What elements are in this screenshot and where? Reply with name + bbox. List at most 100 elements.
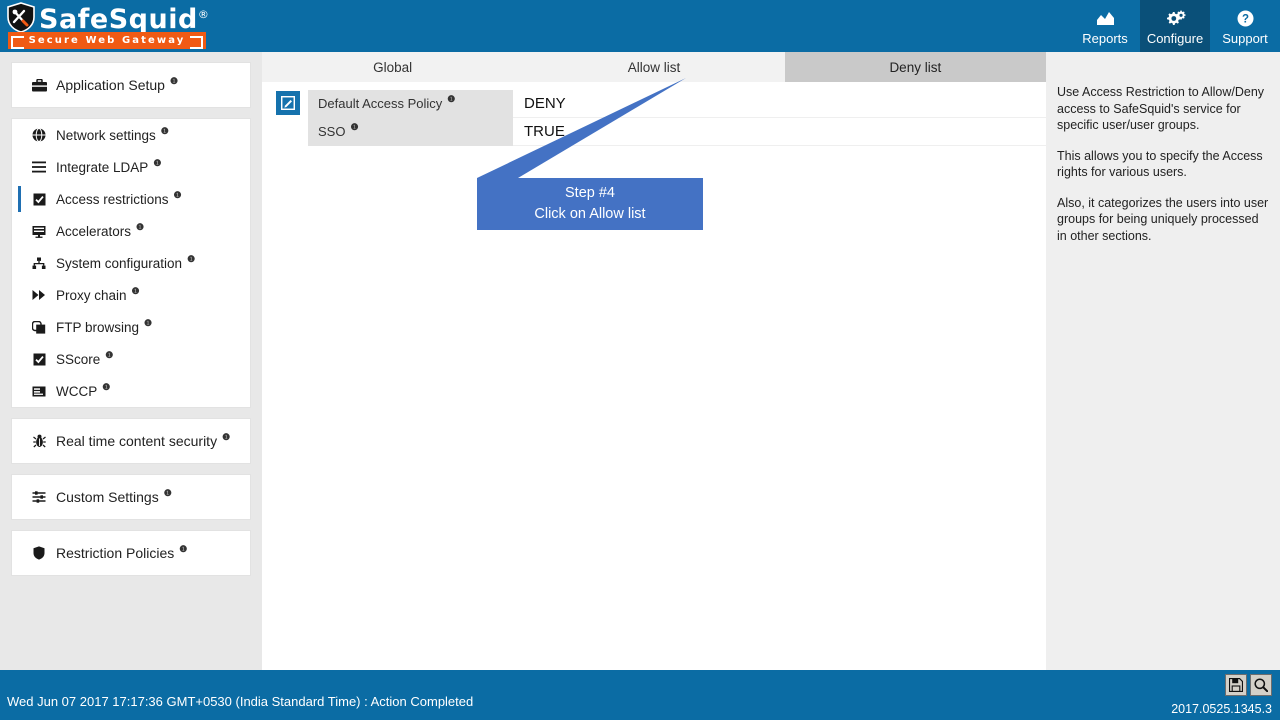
help-panel: Use Access Restriction to Allow/Deny acc… xyxy=(1046,52,1280,670)
brand-tagline-banner: Secure Web Gateway xyxy=(8,32,206,49)
sidebar-item-network-settings[interactable]: Network settings ❶ xyxy=(12,119,250,151)
info-icon[interactable]: ❶ xyxy=(170,76,178,87)
brand-tagline-text: Secure Web Gateway xyxy=(29,35,186,46)
bug-icon xyxy=(30,434,48,448)
status-bar: Wed Jun 07 2017 17:17:36 GMT+0530 (India… xyxy=(0,670,1280,720)
chart-area-icon xyxy=(1096,9,1115,29)
info-icon[interactable]: ❶ xyxy=(132,286,140,297)
sidebar-main-group: Network settings ❶ Integrate LDAP ❶ Acce… xyxy=(11,118,251,408)
sidebar-item-integrate-ldap[interactable]: Integrate LDAP ❶ xyxy=(12,151,250,183)
shield-tools-icon xyxy=(6,2,36,33)
sidebar-custom-settings-group: Custom Settings ❶ xyxy=(11,474,251,520)
globe-icon xyxy=(30,128,48,142)
sidebar-item-sscore-label: SScore xyxy=(56,352,100,367)
app-version: 2017.0525.1345.3 xyxy=(1171,702,1272,716)
tab-deny-list[interactable]: Deny list xyxy=(785,52,1046,82)
sidebar-item-custom-settings[interactable]: Custom Settings ❶ xyxy=(12,475,250,519)
sidebar-item-system-configuration-label: System configuration xyxy=(56,256,182,271)
info-icon[interactable]: ❶ xyxy=(161,126,169,137)
info-icon[interactable]: ❶ xyxy=(179,544,187,555)
info-icon[interactable]: ❶ xyxy=(102,382,110,393)
sidebar-item-ftp-browsing[interactable]: FTP browsing ❶ xyxy=(12,311,250,343)
svg-text:?: ? xyxy=(1241,14,1248,26)
field-label-text: Default Access Policy xyxy=(318,96,442,111)
brand-logo-row: SafeSquid® xyxy=(6,1,209,33)
question-circle-icon: ? xyxy=(1237,9,1254,29)
field-value-default-access-policy: DENY xyxy=(513,95,566,112)
edit-pencil-square-icon[interactable] xyxy=(276,91,300,115)
settings-form-row: Default Access Policy ❶ DENY SSO ❶ TRUE xyxy=(262,90,1046,146)
status-bar-actions xyxy=(1225,674,1272,696)
info-icon[interactable]: ❶ xyxy=(447,94,455,105)
save-icon[interactable] xyxy=(1225,674,1247,696)
sliders-icon xyxy=(30,491,48,503)
sidebar-item-proxy-chain-label: Proxy chain xyxy=(56,288,127,303)
sidebar-item-access-restrictions[interactable]: Access restrictions ❶ xyxy=(12,183,250,215)
nav-item-reports[interactable]: Reports xyxy=(1070,0,1140,52)
main-content: Global Allow list Deny list Default Acce… xyxy=(262,52,1046,670)
sidebar-item-application-setup-label: Application Setup xyxy=(56,77,165,93)
tab-allow-list-label: Allow list xyxy=(628,60,681,75)
sidebar-item-accelerators-label: Accelerators xyxy=(56,224,131,239)
sidebar-item-system-configuration[interactable]: System configuration ❶ xyxy=(12,247,250,279)
check-square-icon xyxy=(30,353,48,366)
sidebar-item-ftp-browsing-label: FTP browsing xyxy=(56,320,139,335)
field-row-sso: SSO ❶ TRUE xyxy=(308,118,1046,146)
status-message: Wed Jun 07 2017 17:17:36 GMT+0530 (India… xyxy=(7,694,473,709)
forward-icon xyxy=(30,289,48,301)
check-square-icon xyxy=(30,193,48,206)
app-header: SafeSquid® Secure Web Gateway Reports xyxy=(0,0,1280,52)
sidebar-item-custom-settings-label: Custom Settings xyxy=(56,489,159,505)
settings-form: Default Access Policy ❶ DENY SSO ❶ TRUE xyxy=(262,82,1046,146)
info-icon[interactable]: ❶ xyxy=(136,222,144,233)
nav-item-configure-label: Configure xyxy=(1147,32,1203,46)
server-rack-icon xyxy=(30,225,48,238)
briefcase-icon xyxy=(30,79,48,92)
search-icon[interactable] xyxy=(1250,674,1272,696)
info-icon[interactable]: ❶ xyxy=(105,350,113,361)
step-callout-line1: Step #4 xyxy=(565,183,615,204)
sidebar-rtcs-group: Real time content security ❶ xyxy=(11,418,251,464)
info-icon[interactable]: ❶ xyxy=(174,190,182,201)
step-callout: Step #4 Click on Allow list xyxy=(477,178,703,230)
field-label-default-access-policy: Default Access Policy ❶ xyxy=(308,90,513,118)
tab-bar: Global Allow list Deny list xyxy=(262,52,1046,82)
nav-item-support-label: Support xyxy=(1222,32,1268,46)
nav-item-configure[interactable]: Configure xyxy=(1140,0,1210,52)
server-icon xyxy=(30,386,48,397)
sidebar-item-sscore[interactable]: SScore ❶ xyxy=(12,343,250,375)
sidebar-item-application-setup[interactable]: Application Setup ❶ xyxy=(12,63,250,107)
brand-name: SafeSquid® xyxy=(39,0,209,35)
tab-global[interactable]: Global xyxy=(262,52,523,82)
sidebar: Application Setup ❶ Network settings ❶ I… xyxy=(0,52,262,670)
info-icon[interactable]: ❶ xyxy=(164,488,172,499)
gears-icon xyxy=(1165,9,1186,29)
sidebar-item-restriction-policies[interactable]: Restriction Policies ❶ xyxy=(12,531,250,575)
nav-item-support[interactable]: ? Support xyxy=(1210,0,1280,52)
brand-logo[interactable]: SafeSquid® Secure Web Gateway xyxy=(6,0,206,50)
sidebar-item-real-time-content-security[interactable]: Real time content security ❶ xyxy=(12,419,250,463)
info-icon[interactable]: ❶ xyxy=(144,318,152,329)
help-paragraph-3: Also, it categorizes the users into user… xyxy=(1057,195,1271,245)
field-list: Default Access Policy ❶ DENY SSO ❶ TRUE xyxy=(308,90,1046,146)
brand-name-text: SafeSquid xyxy=(39,4,198,35)
info-icon[interactable]: ❶ xyxy=(350,122,358,133)
info-icon[interactable]: ❶ xyxy=(153,158,161,169)
field-row-default-access-policy: Default Access Policy ❶ DENY xyxy=(308,90,1046,118)
sidebar-item-accelerators[interactable]: Accelerators ❶ xyxy=(12,215,250,247)
tab-allow-list[interactable]: Allow list xyxy=(523,52,784,82)
sidebar-item-wccp-label: WCCP xyxy=(56,384,97,399)
sidebar-item-wccp[interactable]: WCCP ❶ xyxy=(12,375,250,407)
field-label-sso: SSO ❶ xyxy=(308,118,513,146)
sidebar-item-proxy-chain[interactable]: Proxy chain ❶ xyxy=(12,279,250,311)
help-paragraph-1: Use Access Restriction to Allow/Deny acc… xyxy=(1057,84,1271,134)
field-label-text: SSO xyxy=(318,124,345,139)
sidebar-item-access-restrictions-label: Access restrictions xyxy=(56,192,169,207)
sidebar-item-real-time-content-security-label: Real time content security xyxy=(56,433,217,449)
field-value-sso: TRUE xyxy=(513,123,565,140)
sidebar-restriction-policies-group: Restriction Policies ❶ xyxy=(11,530,251,576)
info-icon[interactable]: ❶ xyxy=(187,254,195,265)
step-callout-line2: Click on Allow list xyxy=(534,204,645,225)
nav-item-reports-label: Reports xyxy=(1082,32,1128,46)
info-icon[interactable]: ❶ xyxy=(222,432,230,443)
